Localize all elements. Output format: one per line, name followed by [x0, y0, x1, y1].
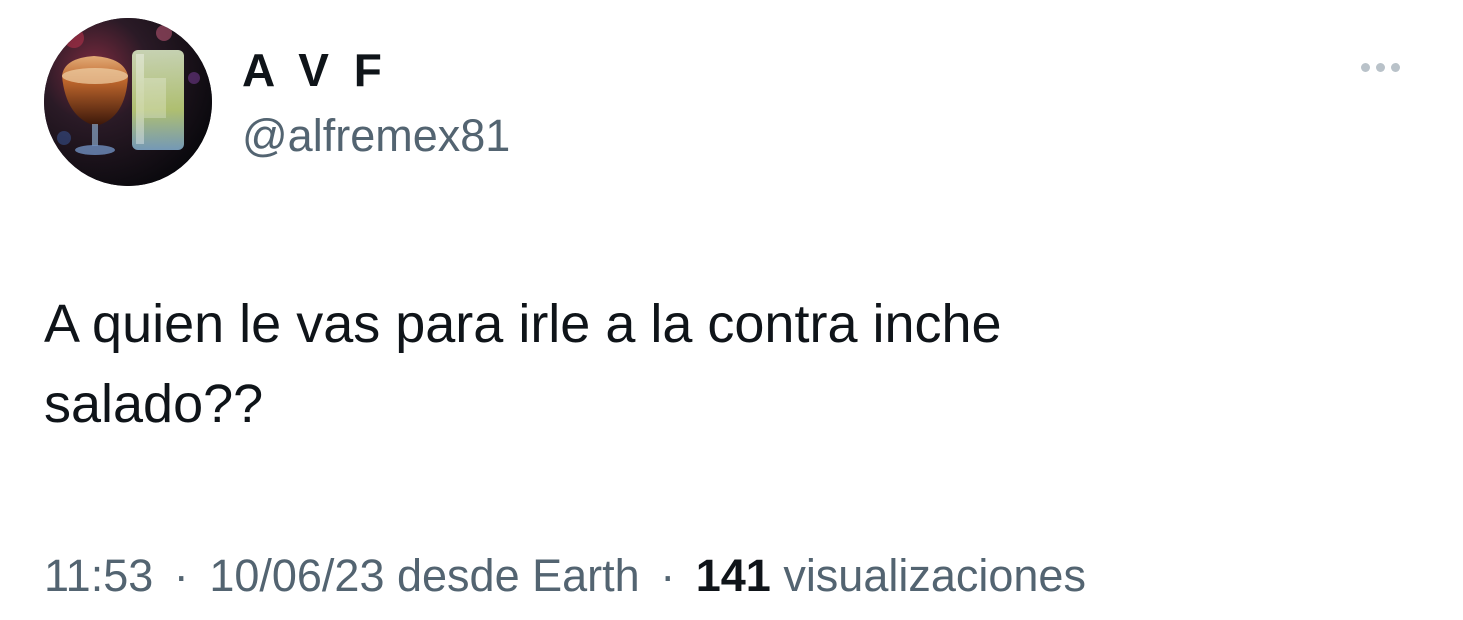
author-name[interactable]: A V F [242, 42, 388, 98]
more-options-icon[interactable] [1350, 52, 1410, 82]
tweet-text-line: salado?? [44, 374, 264, 434]
avatar-image [44, 18, 212, 186]
tweet-card: A V F @alfremex81 A quien le vas para ir… [0, 0, 1463, 620]
more-dot [1375, 62, 1385, 72]
separator: · [660, 550, 676, 601]
tweet-metadata: 11:53 · 10/06/23 desde Earth · 141 visua… [44, 546, 1086, 606]
views-count[interactable]: 141 [696, 550, 771, 601]
views-label[interactable]: visualizaciones [783, 550, 1086, 601]
tweet-source: desde Earth [397, 550, 640, 601]
avatar[interactable] [44, 18, 212, 186]
more-dot [1390, 62, 1400, 72]
tweet-date[interactable]: 10/06/23 [209, 550, 384, 601]
more-dot [1360, 62, 1370, 72]
tweet-time[interactable]: 11:53 [44, 550, 153, 601]
author-handle[interactable]: @alfremex81 [242, 108, 510, 164]
tweet-text-line: A quien le vas para irle a la contra inc… [44, 294, 1002, 354]
tweet-text: A quien le vas para irle a la contra inc… [44, 284, 1344, 444]
separator: · [173, 550, 189, 601]
